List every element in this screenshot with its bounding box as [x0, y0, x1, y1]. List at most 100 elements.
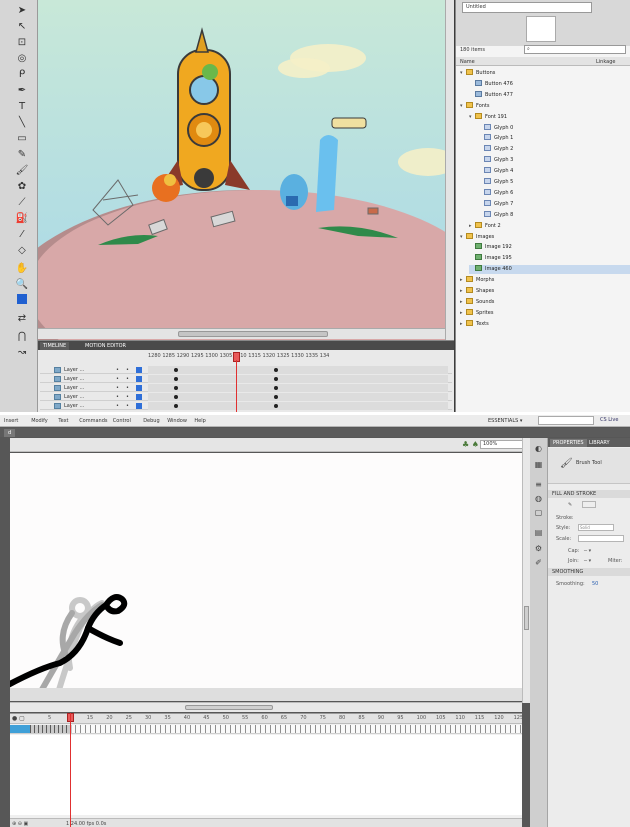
- keyframe[interactable]: [274, 368, 278, 372]
- library-item[interactable]: Glyph 1: [478, 134, 630, 143]
- layer-name[interactable]: Layer ...: [64, 367, 84, 373]
- outline-color-icon[interactable]: [136, 394, 142, 400]
- line-tool-icon[interactable]: ╲: [15, 116, 29, 130]
- stage-vertical-scrollbar[interactable]: [445, 0, 454, 340]
- visibility-toggle[interactable]: •: [116, 403, 119, 409]
- scroll-thumb[interactable]: [524, 606, 529, 630]
- layer-name[interactable]: Layer ...: [64, 385, 84, 391]
- outline-color-icon[interactable]: [136, 403, 142, 409]
- menu-debug[interactable]: Debug: [143, 418, 159, 424]
- text-tool-icon[interactable]: T: [15, 100, 29, 114]
- paint-bucket-icon[interactable]: ⛽: [15, 212, 29, 226]
- outline-color-icon[interactable]: [136, 376, 142, 382]
- layer-buttons[interactable]: ⊕ ⊖ ▣: [12, 821, 28, 827]
- outline-color-icon[interactable]: [136, 385, 142, 391]
- scroll-thumb[interactable]: [178, 331, 328, 337]
- style-dropdown[interactable]: Solid: [578, 524, 614, 531]
- library-item[interactable]: Glyph 0: [478, 123, 630, 133]
- stage-canvas[interactable]: [5, 453, 522, 706]
- visibility-toggle[interactable]: •: [116, 376, 119, 382]
- layer-controls-icon[interactable]: ● ▢: [12, 715, 25, 722]
- stage-horizontal-scrollbar[interactable]: [10, 702, 522, 712]
- help-search-input[interactable]: [538, 416, 594, 425]
- library-folder[interactable]: ▸ Sprites: [460, 308, 630, 318]
- zoom-tool-icon[interactable]: 🔍: [15, 278, 29, 292]
- snap-magnet-icon[interactable]: ⋂: [15, 330, 29, 344]
- code-snippets-icon[interactable]: ✐: [534, 558, 543, 567]
- keyframe[interactable]: [174, 377, 178, 381]
- cs-live-button[interactable]: CS Live: [600, 417, 618, 423]
- library-folder[interactable]: ▾ Fonts: [460, 101, 630, 111]
- frame-cells[interactable]: [30, 725, 522, 733]
- col-linkage[interactable]: Linkage: [596, 59, 615, 65]
- document-dropdown[interactable]: Untitled: [462, 2, 592, 13]
- library-item[interactable]: Glyph 4: [478, 167, 630, 176]
- tab-timeline[interactable]: TIMELINE: [40, 342, 70, 350]
- library-folder[interactable]: ▾ Images: [460, 232, 630, 242]
- library-folder[interactable]: ▸ Morphs: [460, 276, 630, 285]
- deco-tool-icon[interactable]: ✿: [15, 180, 29, 194]
- layer-row[interactable]: Layer ... • •: [40, 393, 452, 401]
- subselect-tool-icon[interactable]: ↖: [15, 20, 29, 34]
- info-panel-icon[interactable]: ◍: [534, 494, 543, 503]
- rectangle-tool-icon[interactable]: ▭: [15, 132, 29, 146]
- document-tab[interactable]: d: [4, 429, 16, 437]
- frame-cells[interactable]: [148, 384, 448, 392]
- menu-insert[interactable]: Insert: [4, 418, 18, 424]
- brush-tool-icon[interactable]: 🖌: [15, 164, 29, 178]
- library-item[interactable]: Button 477: [469, 90, 630, 100]
- lock-toggle[interactable]: •: [126, 403, 129, 409]
- col-name[interactable]: Name: [460, 59, 475, 65]
- library-item[interactable]: Button 476: [469, 79, 630, 89]
- library-item[interactable]: Glyph 7: [478, 199, 630, 209]
- library-folder[interactable]: ▾ Buttons: [460, 69, 630, 78]
- stage-vertical-scrollbar[interactable]: [522, 438, 530, 703]
- library-item[interactable]: Image 460: [469, 265, 630, 275]
- swatches-panel-icon[interactable]: ▦: [534, 460, 543, 469]
- 3d-rotation-tool-icon[interactable]: ◎: [15, 52, 29, 66]
- tab-library[interactable]: LIBRARY: [586, 439, 613, 447]
- library-item[interactable]: Image 192: [469, 243, 630, 252]
- motion-presets-icon[interactable]: ▤: [534, 528, 543, 537]
- menu-modify[interactable]: Modify: [31, 418, 48, 424]
- tab-properties[interactable]: PROPERTIES: [550, 439, 587, 447]
- selection-tool-icon[interactable]: ➤: [15, 4, 29, 18]
- join-dropdown[interactable]: ─ ▾: [584, 558, 591, 564]
- transform-panel-icon[interactable]: ▢: [534, 508, 543, 517]
- keyframe[interactable]: [174, 386, 178, 390]
- color-panel-icon[interactable]: ◐: [534, 444, 543, 453]
- stage-horizontal-scrollbar[interactable]: [38, 328, 445, 339]
- keyframe[interactable]: [174, 395, 178, 399]
- eraser-tool-icon[interactable]: ◇: [15, 244, 29, 258]
- layer-row[interactable]: Layer ... • •: [40, 384, 452, 392]
- library-folder[interactable]: ▸ Texts: [460, 319, 630, 329]
- library-folder[interactable]: ▸ Font 2: [469, 221, 630, 231]
- workspace-switcher[interactable]: ESSENTIALS ▾: [488, 418, 522, 424]
- library-folder[interactable]: ▸ Sounds: [460, 297, 630, 307]
- filled-frames[interactable]: [30, 725, 72, 733]
- library-item[interactable]: Glyph 6: [478, 188, 630, 198]
- layer-row[interactable]: Layer ... • •: [40, 366, 452, 374]
- menu-help[interactable]: Help: [194, 418, 205, 424]
- smoothing-value[interactable]: 50: [592, 581, 598, 587]
- smooth-icon[interactable]: ↝: [15, 346, 29, 360]
- stage-workspace[interactable]: [5, 453, 522, 706]
- edit-symbol-icons[interactable]: ♣ ♠: [462, 440, 479, 449]
- swap-colors-icon[interactable]: ⇄: [15, 312, 29, 326]
- keyframe[interactable]: [274, 404, 278, 408]
- library-search-input[interactable]: ⌕: [524, 45, 626, 54]
- menu-window[interactable]: Window: [167, 418, 187, 424]
- menu-text[interactable]: Text: [58, 418, 68, 424]
- bone-tool-icon[interactable]: ⟋: [15, 196, 29, 210]
- keyframe[interactable]: [174, 404, 178, 408]
- outline-color-icon[interactable]: [136, 367, 142, 373]
- fill-color-swatch[interactable]: [17, 294, 27, 304]
- keyframe[interactable]: [274, 386, 278, 390]
- library-item[interactable]: Glyph 5: [478, 178, 630, 187]
- library-item[interactable]: Glyph 3: [478, 156, 630, 165]
- frame-cells[interactable]: [148, 375, 448, 383]
- layer-name[interactable]: Layer ...: [64, 376, 84, 382]
- pencil-tool-icon[interactable]: ✎: [15, 148, 29, 162]
- keyframe[interactable]: [174, 368, 178, 372]
- pen-tool-icon[interactable]: ✒: [15, 84, 29, 98]
